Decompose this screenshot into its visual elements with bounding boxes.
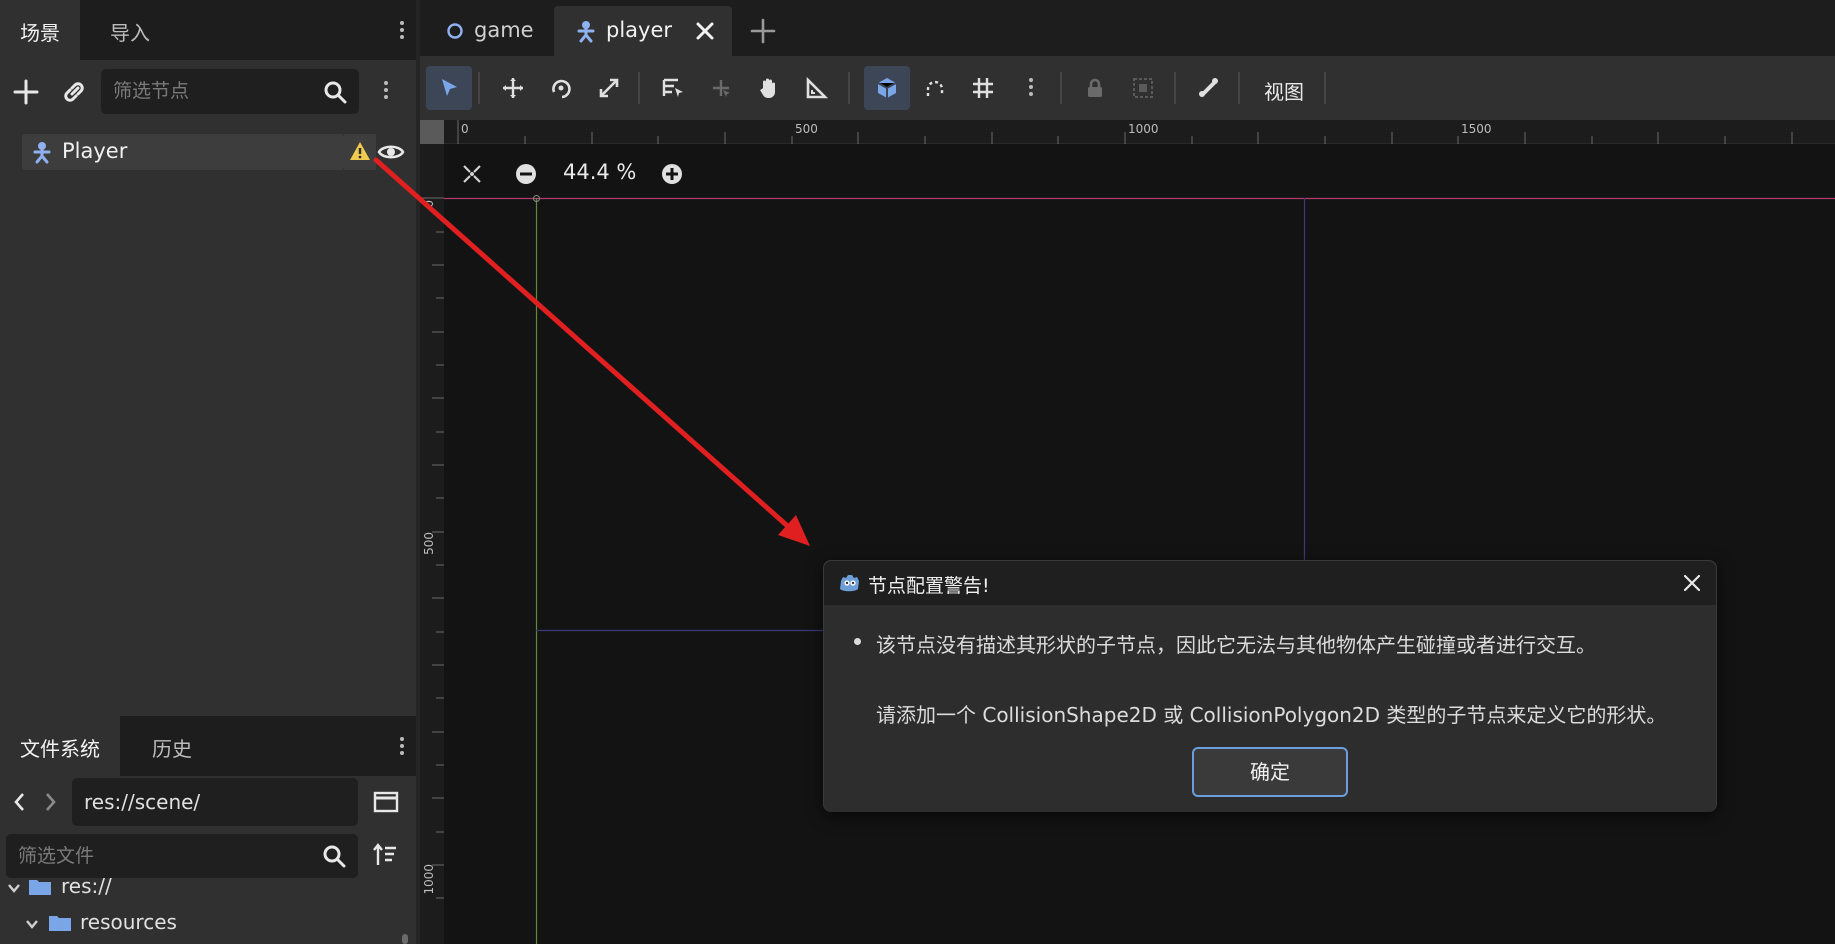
- ruler-label: 0: [461, 122, 469, 136]
- add-tab-icon[interactable]: [750, 18, 776, 44]
- instance-link-icon[interactable]: [60, 78, 88, 106]
- warning-hint: 请添加一个 CollisionShape2D 或 CollisionPolygo…: [876, 703, 1667, 727]
- fs-dock-tabs: 文件系统 历史: [0, 716, 416, 776]
- tab-import[interactable]: 导入: [90, 0, 170, 60]
- node-configuration-warning-dialog: 节点配置警告! 该节点没有描述其形状的子节点，因此它无法与其他物体产生碰撞或者进…: [823, 560, 1717, 812]
- back-icon[interactable]: [12, 790, 28, 814]
- pivot-icon[interactable]: [698, 66, 744, 110]
- ruler-horizontal: 0 500 1000 1500: [420, 120, 1835, 144]
- bullet: [854, 638, 861, 645]
- scene-options-icon[interactable]: [378, 78, 394, 102]
- dialog-titlebar[interactable]: 节点配置警告!: [824, 561, 1716, 605]
- view-menu[interactable]: 视图: [1264, 76, 1304, 105]
- ruler-label: 1500: [1461, 122, 1492, 136]
- folder-icon: [28, 876, 52, 896]
- character-body-icon: [30, 140, 54, 164]
- rotate-mode-icon[interactable]: [538, 66, 584, 110]
- chevron-down-icon: [24, 918, 40, 930]
- canvas-toolbar: 视图: [420, 56, 1835, 120]
- dialog-body: 该节点没有描述其形状的子节点，因此它无法与其他物体产生碰撞或者进行交互。 请添加…: [824, 605, 1716, 812]
- tab-player[interactable]: player: [554, 6, 732, 56]
- scene-panel: 筛选节点 Player: [0, 60, 416, 716]
- snap-options-icon[interactable]: [912, 66, 958, 110]
- node-circle-icon: [446, 22, 464, 40]
- tab-game[interactable]: game: [434, 6, 548, 56]
- zoom-level[interactable]: 44.4 %: [563, 160, 636, 184]
- warning-message: 该节点没有描述其形状的子节点，因此它无法与其他物体产生碰撞或者进行交互。: [876, 633, 1596, 657]
- close-icon[interactable]: [1682, 573, 1702, 593]
- move-mode-icon[interactable]: [490, 66, 536, 110]
- configuration-warning-icon[interactable]: [344, 134, 376, 170]
- zoom-in-icon[interactable]: [660, 162, 684, 186]
- add-node-icon[interactable]: [12, 78, 40, 106]
- zoom-reset-icon[interactable]: [460, 162, 484, 186]
- left-dock: 场景 导入 筛选节点 Player 文件系统 历史 res://scene/ 筛…: [0, 0, 416, 944]
- canvas-guides: [444, 195, 1835, 944]
- godot-logo-icon: [838, 571, 862, 595]
- confirm-button[interactable]: 确定: [1192, 747, 1348, 797]
- smart-snap-icon[interactable]: [864, 66, 910, 110]
- dialog-title: 节点配置警告!: [868, 575, 990, 597]
- file-filter-input[interactable]: 筛选文件: [6, 834, 358, 878]
- list-select-icon[interactable]: [650, 66, 696, 110]
- ruler-icon[interactable]: [794, 66, 840, 110]
- ruler-label: 1000: [422, 864, 436, 895]
- path-field[interactable]: res://scene/: [72, 778, 358, 826]
- node-filter-input[interactable]: 筛选节点: [101, 69, 359, 114]
- ruler-vertical: 0 500 1000: [420, 144, 444, 944]
- ruler-label: 0: [422, 200, 436, 208]
- scene-dock-tabs: 场景 导入: [0, 0, 416, 60]
- forward-icon[interactable]: [42, 790, 58, 814]
- scene-dock-menu-icon[interactable]: [394, 18, 410, 44]
- ruler-label: 500: [795, 122, 818, 136]
- tab-history[interactable]: 历史: [132, 716, 212, 776]
- ruler-label: 500: [422, 532, 436, 555]
- group-icon[interactable]: [1120, 66, 1166, 110]
- search-icon: [322, 844, 346, 868]
- select-mode-icon[interactable]: [426, 66, 472, 110]
- scale-mode-icon[interactable]: [586, 66, 632, 110]
- lock-icon[interactable]: [1072, 66, 1118, 110]
- snap-more-icon[interactable]: [1008, 66, 1054, 110]
- scene-tabs: game player: [420, 0, 1835, 56]
- search-icon: [323, 80, 347, 104]
- tab-scene[interactable]: 场景: [0, 0, 80, 60]
- tree-item-player[interactable]: Player: [22, 134, 344, 170]
- tree-item-label: Player: [62, 139, 128, 163]
- sort-icon[interactable]: [372, 842, 398, 868]
- chevron-down-icon: [6, 882, 22, 894]
- close-tab-icon[interactable]: [694, 20, 716, 42]
- ruler-label: 1000: [1128, 122, 1159, 136]
- filesystem-panel: res://scene/ 筛选文件 res:// resources: [0, 776, 416, 944]
- skeleton-bone-icon[interactable]: [1186, 66, 1232, 110]
- grid-snap-icon[interactable]: [960, 66, 1006, 110]
- character-body-icon: [574, 19, 598, 43]
- zoom-out-icon[interactable]: [514, 162, 538, 186]
- pan-hand-icon[interactable]: [746, 66, 792, 110]
- folder-icon: [48, 912, 72, 932]
- scrollbar[interactable]: [402, 934, 408, 944]
- visibility-eye-icon[interactable]: [376, 138, 406, 166]
- split-view-icon[interactable]: [373, 790, 399, 814]
- tab-filesystem[interactable]: 文件系统: [0, 716, 120, 776]
- fs-dock-menu-icon[interactable]: [394, 734, 410, 760]
